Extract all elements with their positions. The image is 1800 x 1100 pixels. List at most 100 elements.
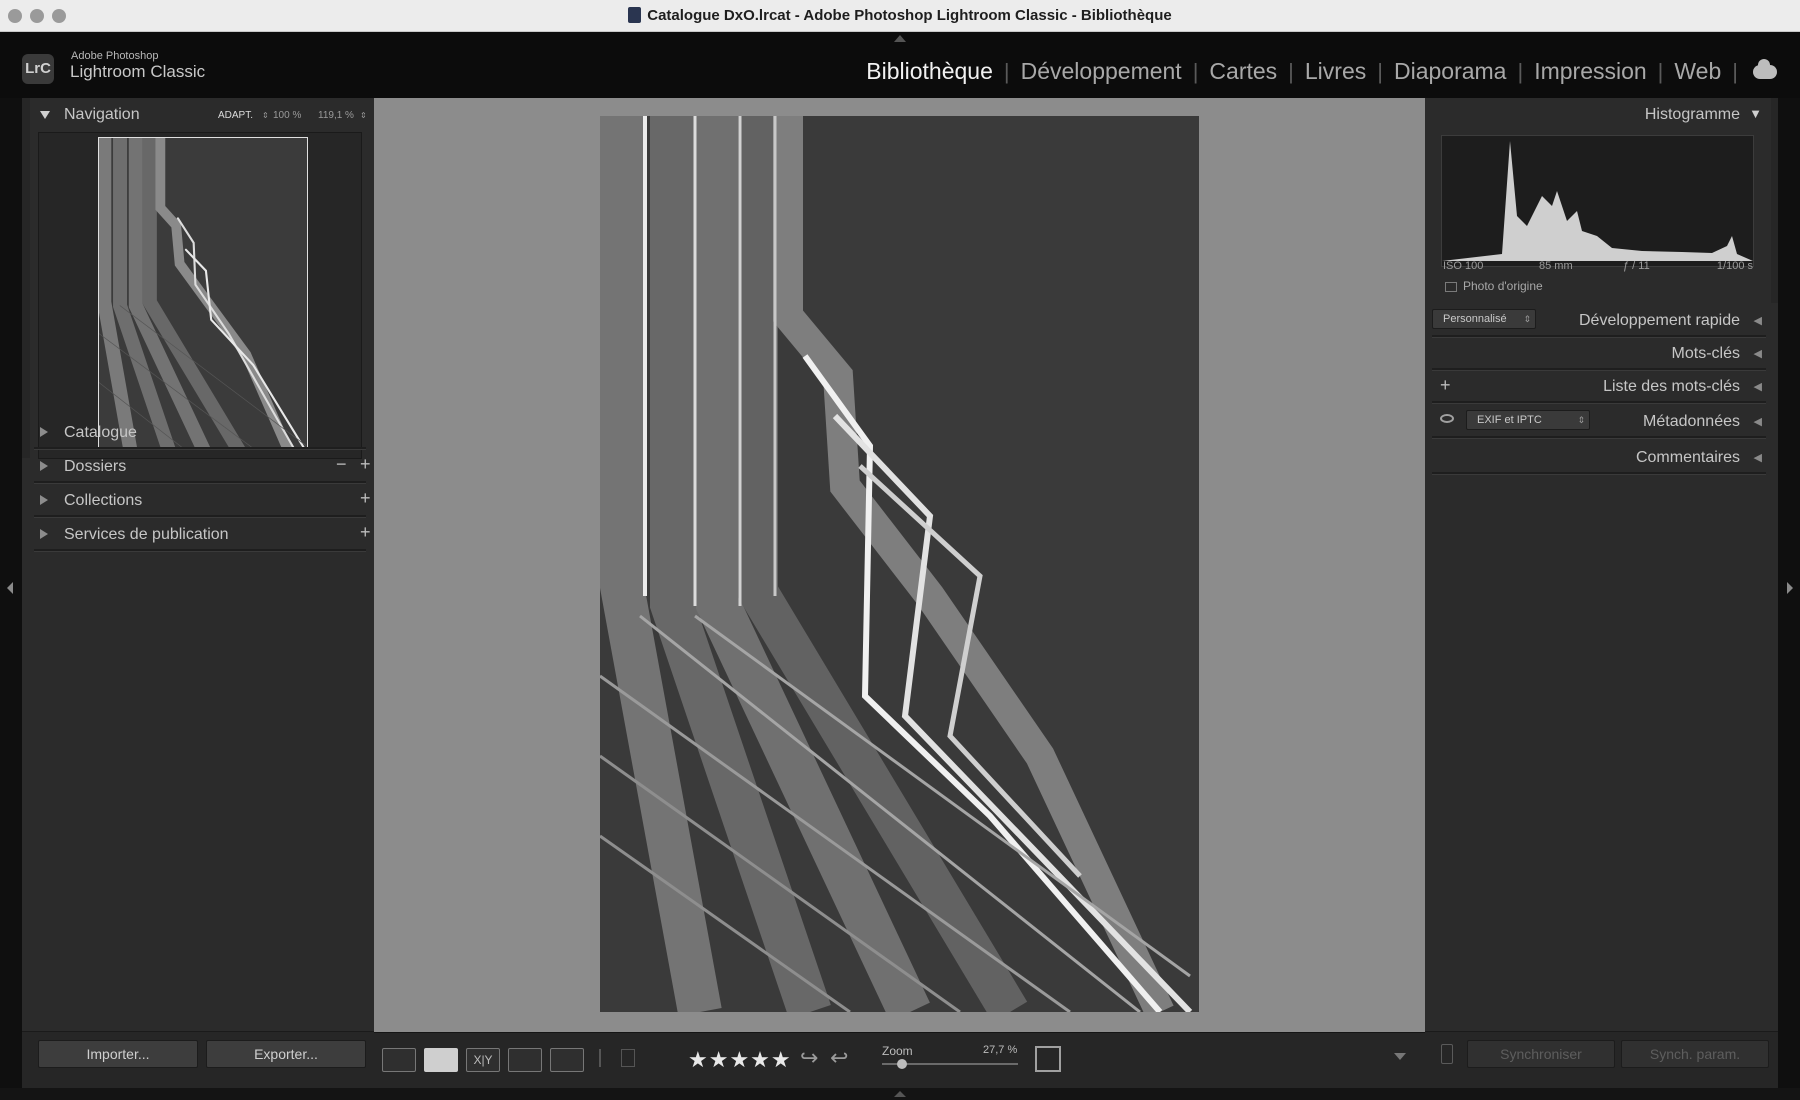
panel-divider [1432, 436, 1766, 439]
add-publish-service-button[interactable]: + [360, 522, 371, 543]
left-panel-scrollbar[interactable] [22, 98, 30, 458]
publish-services-panel-header[interactable]: Services de publication + [34, 520, 371, 552]
disclosure-closed-icon [40, 495, 48, 505]
rotate-left-icon[interactable]: ↪ [800, 1045, 818, 1070]
document-icon [628, 7, 642, 23]
navigation-panel-header[interactable]: Navigation ADAPT. ⇕ 100 % 119,1 % ⇕ [34, 100, 367, 130]
module-tab[interactable]: Impression [1523, 58, 1657, 85]
zoom-label: Zoom [882, 1044, 913, 1058]
panel-divider [1432, 472, 1766, 475]
add-collection-button[interactable]: + [360, 488, 371, 509]
left-panel-footer: Importer... Exporter... [22, 1031, 374, 1088]
left-panel-edge[interactable] [0, 98, 22, 1088]
select-stepper-icon: ⇕ [1523, 314, 1531, 324]
original-photo-label: Photo d'origine [1463, 279, 1543, 293]
sync-button[interactable]: Synchroniser [1467, 1040, 1615, 1068]
rotate-right-icon[interactable]: ↩ [830, 1045, 848, 1070]
histogram-title: Histogramme [1644, 106, 1740, 123]
expand-filmstrip-arrow-icon[interactable] [894, 1091, 906, 1097]
eye-icon[interactable] [1440, 414, 1454, 423]
nav-fit-option[interactable]: ADAPT. [218, 110, 253, 121]
original-photo-checkbox[interactable] [1445, 282, 1457, 292]
metadata-preset-select[interactable]: EXIF et IPTC ⇕ [1466, 410, 1590, 430]
people-view-icon[interactable] [550, 1048, 584, 1072]
right-panel-scrollbar[interactable] [1771, 98, 1778, 303]
import-button[interactable]: Importer... [38, 1040, 198, 1068]
reject-flag-icon[interactable] [621, 1049, 635, 1067]
comments-title: Commentaires [1635, 449, 1740, 466]
keyword-list-title: Liste des mots-clés [1603, 378, 1740, 395]
export-button[interactable]: Exporter... [206, 1040, 366, 1068]
left-panel: Navigation ADAPT. ⇕ 100 % 119,1 % ⇕ Cata… [22, 98, 374, 1088]
nav-zoom-custom-option[interactable]: 119,1 % [318, 110, 354, 121]
nav-zoom-100-option[interactable]: 100 % [273, 110, 301, 121]
collapse-top-panel-arrow[interactable] [894, 35, 906, 42]
window-titlebar: Catalogue DxO.lrcat - Adobe Photoshop Li… [0, 0, 1800, 32]
survey-view-icon[interactable] [508, 1048, 542, 1072]
zoom-slider-knob[interactable] [897, 1059, 908, 1069]
metadata-title: Métadonnées [1643, 413, 1740, 430]
solo-mode-icon: ◀ [1753, 381, 1762, 393]
panel-divider [34, 447, 366, 450]
navigation-title: Navigation [64, 106, 140, 123]
brand-subtitle: Adobe Photoshop [71, 50, 159, 62]
iso-value: ISO 100 [1443, 260, 1484, 272]
nav-fit-stepper-icon: ⇕ [262, 111, 269, 120]
module-tab[interactable]: Diaporama [1383, 58, 1518, 85]
aperture-value: ƒ / 11 [1623, 260, 1650, 272]
shutter-value: 1/100 s [1716, 260, 1753, 272]
module-tab[interactable]: Livres [1294, 58, 1377, 85]
solo-mode-icon: ◀ [1753, 416, 1762, 428]
histogram-panel-header[interactable]: Histogramme ▼ [1432, 100, 1766, 130]
module-separator: | [1732, 58, 1738, 84]
crop-face-icon[interactable] [1035, 1046, 1061, 1072]
grid-view-icon[interactable] [382, 1048, 416, 1072]
filmstrip-collapsed-bar[interactable] [0, 1088, 1800, 1100]
comments-panel-header[interactable]: Commentaires ◀ [1432, 443, 1766, 475]
disclosure-open-icon: ▼ [1749, 106, 1762, 121]
solo-mode-icon: ◀ [1753, 315, 1762, 327]
collections-panel-header[interactable]: Collections + [34, 486, 371, 518]
module-tab[interactable]: Web [1663, 58, 1732, 85]
keyword-list-panel-header[interactable]: + Liste des mots-clés ◀ [1432, 372, 1766, 404]
main-photo[interactable] [600, 116, 1199, 1012]
window-title: Catalogue DxO.lrcat - Adobe Photoshop Li… [0, 7, 1800, 24]
quick-develop-panel-header[interactable]: Personnalisé ⇕ Développement rapide ◀ [1432, 306, 1766, 338]
pick-flag-icon[interactable] [599, 1049, 613, 1067]
folders-panel-header[interactable]: Dossiers − + [34, 452, 371, 484]
histogram-graph[interactable] [1441, 135, 1754, 267]
window-title-text: Catalogue DxO.lrcat - Adobe Photoshop Li… [647, 7, 1172, 24]
quick-develop-preset-select[interactable]: Personnalisé ⇕ [1432, 309, 1536, 329]
keywording-panel-header[interactable]: Mots-clés ◀ [1432, 339, 1766, 371]
right-panel-edge[interactable] [1778, 98, 1800, 1088]
brand-title: Lightroom Classic [70, 62, 206, 81]
remove-folder-button[interactable]: − [336, 454, 347, 475]
loupe-view-icon[interactable] [424, 1048, 458, 1072]
module-tab[interactable]: Bibliothèque [855, 58, 1004, 85]
loupe-view[interactable] [374, 98, 1425, 1032]
module-tab[interactable]: Cartes [1198, 58, 1288, 85]
cloud-sync-icon[interactable] [1753, 59, 1777, 79]
compare-view-icon[interactable]: X|Y [466, 1048, 500, 1072]
collections-title: Collections [64, 492, 143, 509]
zoom-value: 27,7 % [983, 1044, 1018, 1056]
panel-divider [34, 549, 366, 552]
add-folder-button[interactable]: + [360, 454, 371, 475]
collapse-right-panel-arrow-icon[interactable] [1787, 582, 1793, 594]
module-tab[interactable]: Développement [1010, 58, 1193, 85]
module-picker: Bibliothèque | Développement | Cartes | Livres… [855, 58, 1738, 85]
auto-sync-switch-icon[interactable] [1441, 1044, 1453, 1064]
sync-settings-button[interactable]: Synch. param. [1621, 1040, 1769, 1068]
collapse-left-panel-arrow-icon[interactable] [7, 582, 13, 594]
navigator-thumbnail[interactable] [98, 137, 308, 450]
catalogue-panel-header[interactable]: Catalogue [34, 418, 366, 450]
navigator-preview[interactable] [38, 132, 362, 459]
metadata-panel-header[interactable]: EXIF et IPTC ⇕ Métadonnées ◀ [1432, 407, 1766, 439]
disclosure-closed-icon [40, 427, 48, 437]
star-rating[interactable]: ★★★★★ [688, 1047, 792, 1073]
add-keyword-button[interactable]: + [1440, 375, 1451, 396]
panel-divider [34, 481, 366, 484]
folders-title: Dossiers [64, 458, 127, 475]
toolbar-options-chevron-icon[interactable] [1394, 1053, 1406, 1060]
disclosure-closed-icon [40, 461, 48, 471]
